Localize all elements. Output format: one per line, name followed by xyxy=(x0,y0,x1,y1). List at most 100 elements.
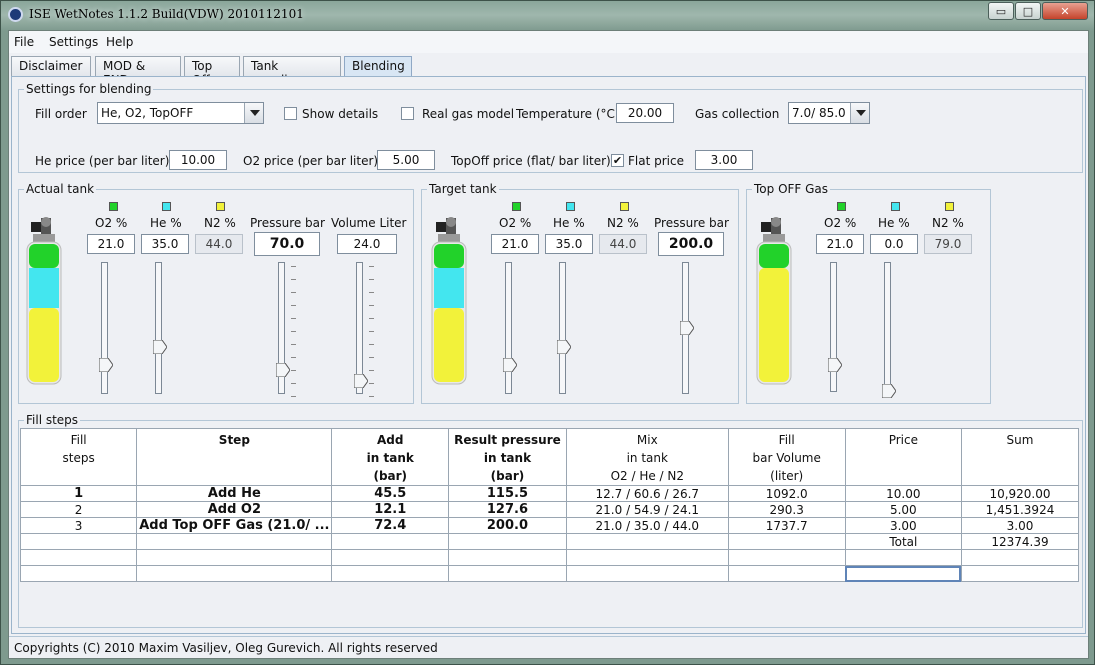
target-o2-slider-thumb[interactable] xyxy=(503,358,517,372)
cell-empty xyxy=(331,533,450,550)
slider-tick xyxy=(291,370,296,371)
actual-he-slider[interactable] xyxy=(155,262,162,394)
cell-empty xyxy=(448,549,567,566)
cell-step: Add He xyxy=(136,485,333,502)
topoff-o2-slider[interactable] xyxy=(830,262,837,392)
cell-step-number: 1 xyxy=(19,485,138,502)
tab-top-off[interactable]: Top Off xyxy=(184,56,240,87)
tab-blending[interactable]: Blending xyxy=(344,56,412,76)
actual-pressure-input[interactable]: 70.0 xyxy=(254,232,320,256)
tab-mod-end[interactable]: MOD & END xyxy=(95,56,181,87)
actual-he-slider-thumb[interactable] xyxy=(153,340,167,354)
minimize-button[interactable]: ▭ xyxy=(988,2,1014,20)
tab-strip: Disclaimer MOD & END Top Off Tank equali… xyxy=(9,56,1088,87)
actual-volume-slider-thumb[interactable] xyxy=(354,374,368,388)
tab-tank-equalizer[interactable]: Tank equalizer xyxy=(243,56,341,87)
topoff-n2-label: N2 % xyxy=(932,216,964,230)
actual-pressure-slider-thumb[interactable] xyxy=(276,363,290,377)
topoff-he-input[interactable]: 0.0 xyxy=(870,234,918,254)
header-fill-volume[interactable]: Fill bar Volume (liter) xyxy=(727,428,846,486)
table-row[interactable] xyxy=(19,549,1080,566)
topoff-tank-cylinder-icon xyxy=(756,217,792,385)
maximize-button[interactable]: □ xyxy=(1015,2,1041,20)
header-line: in tank xyxy=(626,451,668,465)
cell-add: 45.5 xyxy=(331,485,450,502)
cell-empty xyxy=(844,549,962,566)
actual-pressure-label: Pressure bar xyxy=(250,216,325,230)
title-bar[interactable]: ISE WetNotes 1.1.2 Build(VDW) 2010112101… xyxy=(1,1,1094,29)
chevron-down-icon[interactable] xyxy=(850,103,869,123)
he-price-input[interactable]: 10.00 xyxy=(169,150,227,170)
fill-order-combo[interactable]: He, O2, TopOFF xyxy=(97,102,264,124)
temperature-input[interactable]: 20.00 xyxy=(616,103,674,123)
flat-price-input[interactable]: 3.00 xyxy=(695,150,753,170)
actual-o2-slider[interactable] xyxy=(101,262,108,394)
menu-settings[interactable]: Settings xyxy=(49,35,98,49)
header-result-pressure[interactable]: Result pressure in tank (bar) xyxy=(448,428,567,486)
target-pressure-slider-thumb[interactable] xyxy=(680,321,694,335)
slider-tick xyxy=(291,331,296,332)
target-tank-cylinder-icon xyxy=(431,217,467,385)
header-price[interactable]: Price xyxy=(844,428,962,486)
cell-result: 200.0 xyxy=(448,517,567,534)
table-row[interactable] xyxy=(19,565,1080,582)
he-color-swatch xyxy=(566,202,575,211)
cell-empty xyxy=(136,565,333,582)
target-tank-group: Target tank O2 % He % N2 % Pressure bar … xyxy=(421,182,739,404)
show-details-checkbox[interactable] xyxy=(284,107,297,120)
header-line: Add xyxy=(377,433,404,447)
fill-order-label: Fill order xyxy=(35,107,87,121)
cell-total-value: 12374.39 xyxy=(960,533,1080,550)
actual-o2-input[interactable]: 21.0 xyxy=(87,234,135,254)
topoff-he-slider-thumb[interactable] xyxy=(882,384,896,398)
target-o2-input[interactable]: 21.0 xyxy=(491,234,539,254)
target-pressure-input[interactable]: 200.0 xyxy=(658,232,724,256)
actual-he-label: He % xyxy=(150,216,182,230)
actual-n2-label: N2 % xyxy=(204,216,236,230)
menu-help[interactable]: Help xyxy=(106,35,133,49)
table-row[interactable]: Total 12374.39 xyxy=(19,533,1080,550)
n2-color-swatch xyxy=(216,202,225,211)
slider-tick xyxy=(291,396,296,397)
topoff-he-label: He % xyxy=(878,216,910,230)
target-he-input[interactable]: 35.0 xyxy=(545,234,593,254)
cell-volume: 1092.0 xyxy=(727,485,846,502)
topoff-o2-input[interactable]: 21.0 xyxy=(816,234,864,254)
o2-price-input[interactable]: 5.00 xyxy=(377,150,435,170)
topoff-he-slider[interactable] xyxy=(884,262,891,392)
settings-group-title: Settings for blending xyxy=(24,82,154,96)
gas-collection-value: 7.0/ 85.0 xyxy=(792,106,846,120)
topoff-o2-slider-thumb[interactable] xyxy=(828,358,842,372)
target-he-slider-thumb[interactable] xyxy=(557,340,571,354)
chevron-down-icon[interactable] xyxy=(244,103,263,123)
flat-price-checkbox[interactable]: ✔ xyxy=(611,154,624,167)
actual-he-input[interactable]: 35.0 xyxy=(141,234,189,254)
target-he-slider[interactable] xyxy=(559,262,566,394)
actual-tank-group: Actual tank O2 % He % N2 % Pressure bar … xyxy=(18,182,414,404)
close-button[interactable]: ✕ xyxy=(1042,2,1088,20)
cell-step: Add Top OFF Gas (21.0/ ... xyxy=(136,517,333,534)
menu-file[interactable]: File xyxy=(14,35,34,49)
target-o2-slider[interactable] xyxy=(505,262,512,394)
app-icon[interactable] xyxy=(8,7,23,22)
cell-selected[interactable] xyxy=(844,565,962,582)
cell-price: 5.00 xyxy=(844,501,962,518)
real-gas-model-checkbox[interactable] xyxy=(401,107,414,120)
tab-disclaimer[interactable]: Disclaimer xyxy=(11,56,91,76)
table-row[interactable]: 2 Add O2 12.1 127.6 21.0 / 54.9 / 24.1 2… xyxy=(19,501,1080,518)
gas-collection-combo[interactable]: 7.0/ 85.0 xyxy=(788,102,870,124)
header-sum[interactable]: Sum xyxy=(960,428,1080,486)
header-mix[interactable]: Mix in tank O2 / He / N2 xyxy=(565,428,729,486)
table-row[interactable]: 1 Add He 45.5 115.5 12.7 / 60.6 / 26.7 1… xyxy=(19,485,1080,502)
settings-group: Settings for blending Fill order He, O2,… xyxy=(18,82,1083,173)
header-fill-steps[interactable]: Fill steps xyxy=(19,428,138,486)
actual-o2-slider-thumb[interactable] xyxy=(99,358,113,372)
cell-step-number: 3 xyxy=(19,517,138,534)
slider-tick xyxy=(291,318,296,319)
header-step[interactable]: Step xyxy=(136,428,333,486)
cell-step-number: 2 xyxy=(19,501,138,518)
table-row[interactable]: 3 Add Top OFF Gas (21.0/ ... 72.4 200.0 … xyxy=(19,517,1080,534)
o2-price-label: O2 price (per bar liter) xyxy=(243,154,379,168)
actual-volume-input[interactable]: 24.0 xyxy=(337,234,397,254)
header-add[interactable]: Add in tank (bar) xyxy=(331,428,450,486)
